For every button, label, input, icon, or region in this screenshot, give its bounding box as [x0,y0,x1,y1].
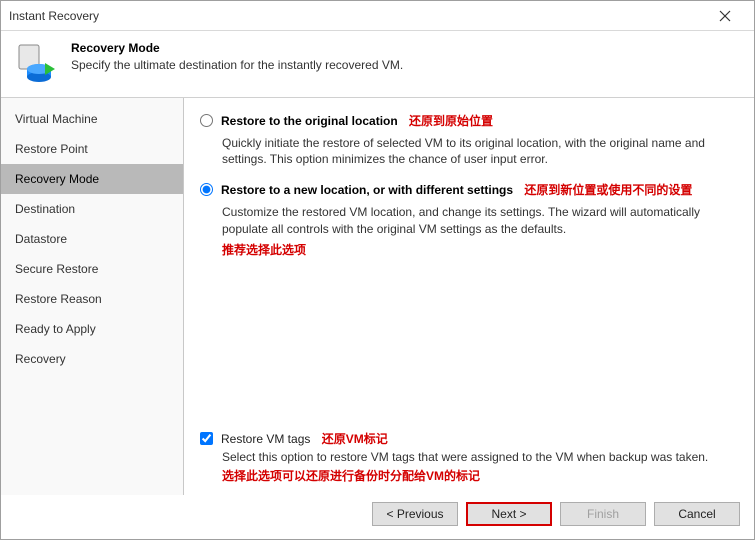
header-text: Recovery Mode Specify the ultimate desti… [71,41,403,72]
option-original-row: Restore to the original location 还原到原始位置 [200,112,738,129]
sidebar-item-destination[interactable]: Destination [1,194,183,224]
wizard-body: Virtual Machine Restore Point Recovery M… [1,98,754,495]
sidebar-item-virtual-machine[interactable]: Virtual Machine [1,104,183,134]
previous-button[interactable]: < Previous [372,502,458,526]
sidebar-item-secure-restore[interactable]: Secure Restore [1,254,183,284]
wizard-window: Instant Recovery Recovery Mode Specify t… [0,0,755,540]
option-original-desc: Quickly initiate the restore of selected… [222,135,738,167]
restore-tags-desc: Select this option to restore VM tags th… [222,449,738,465]
recovery-icon [15,41,57,83]
sidebar-item-recovery-mode[interactable]: Recovery Mode [1,164,183,194]
restore-tags-row: Restore VM tags 还原VM标记 [200,430,738,447]
sidebar-item-label: Secure Restore [15,262,98,276]
wizard-content: Restore to the original location 还原到原始位置… [184,98,754,495]
radio-new-location[interactable] [200,183,213,196]
sidebar-item-label: Ready to Apply [15,322,96,336]
checkbox-restore-vm-tags[interactable] [200,432,213,445]
wizard-buttons: < Previous Next > Finish Cancel [1,495,754,539]
annot-tags: 还原VM标记 [322,432,388,446]
sidebar-item-label: Recovery [15,352,66,366]
radio-original-location[interactable] [200,114,213,127]
close-icon [719,10,731,22]
wizard-sidebar: Virtual Machine Restore Point Recovery M… [1,98,184,495]
header-subtitle: Specify the ultimate destination for the… [71,58,403,72]
annot-original: 还原到原始位置 [409,114,493,128]
sidebar-item-restore-reason[interactable]: Restore Reason [1,284,183,314]
annot-recommend: 推荐选择此选项 [222,241,738,258]
sidebar-item-label: Virtual Machine [15,112,98,126]
sidebar-item-datastore[interactable]: Datastore [1,224,183,254]
titlebar: Instant Recovery [1,1,754,31]
window-title: Instant Recovery [9,9,704,23]
sidebar-item-label: Datastore [15,232,67,246]
option-original-title: Restore to the original location [221,114,398,128]
sidebar-item-ready-to-apply[interactable]: Ready to Apply [1,314,183,344]
sidebar-item-recovery[interactable]: Recovery [1,344,183,374]
sidebar-item-label: Restore Reason [15,292,102,306]
close-button[interactable] [704,2,746,30]
annot-tags-desc: 选择此选项可以还原进行备份时分配给VM的标记 [222,467,738,485]
restore-tags-label: Restore VM tags [221,432,310,446]
sidebar-item-restore-point[interactable]: Restore Point [1,134,183,164]
restore-tags-block: Restore VM tags 还原VM标记 Select this optio… [200,430,738,485]
finish-button[interactable]: Finish [560,502,646,526]
option-newloc-title: Restore to a new location, or with diffe… [221,183,513,197]
wizard-header: Recovery Mode Specify the ultimate desti… [1,31,754,98]
sidebar-item-label: Destination [15,202,75,216]
sidebar-item-label: Recovery Mode [15,172,99,186]
cancel-button[interactable]: Cancel [654,502,740,526]
header-title: Recovery Mode [71,41,403,55]
option-newloc-row: Restore to a new location, or with diffe… [200,181,738,198]
next-button[interactable]: Next > [466,502,552,526]
sidebar-item-label: Restore Point [15,142,88,156]
annot-newloc: 还原到新位置或使用不同的设置 [524,183,692,197]
option-newloc-desc: Customize the restored VM location, and … [222,204,738,236]
